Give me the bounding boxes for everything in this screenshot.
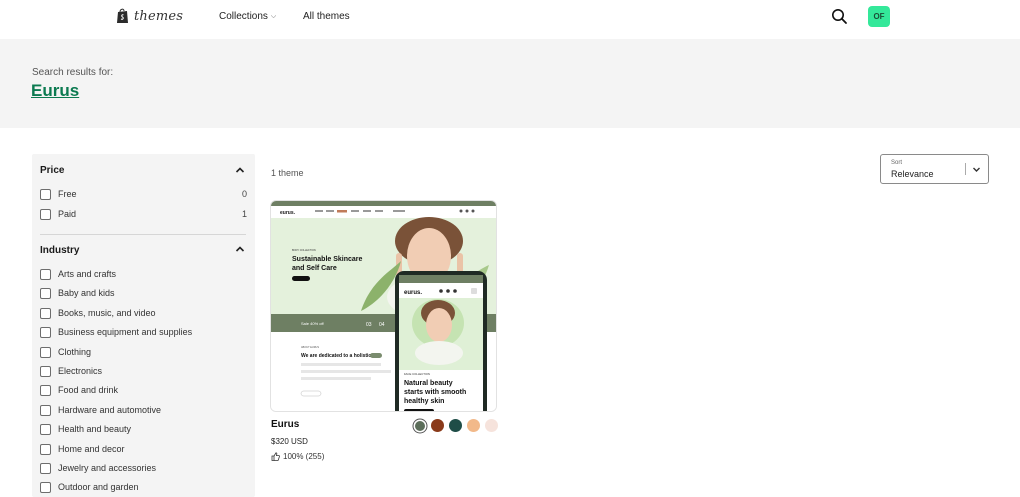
filter-option-label: Business equipment and supplies — [58, 327, 193, 337]
preview-brand-text: eurus. — [280, 210, 296, 216]
filter-option-label: Outdoor and garden — [58, 482, 139, 492]
swatch-blush[interactable] — [485, 419, 498, 432]
preview-countdown-2: 04 — [379, 322, 385, 328]
filter-option-label: Health and beauty — [58, 424, 132, 434]
checkbox[interactable] — [40, 188, 51, 200]
color-swatches — [413, 419, 498, 432]
search-icon[interactable] — [831, 8, 848, 25]
filter-option-label: Food and drink — [58, 385, 119, 395]
filter-option-label: Hardware and automotive — [58, 405, 162, 415]
filter-option-free[interactable]: Free 0 — [40, 187, 247, 201]
filter-option-clothing[interactable]: Clothing — [40, 345, 247, 359]
checkbox[interactable] — [40, 208, 51, 220]
filter-option-food-and-drink[interactable]: Food and drink — [40, 383, 247, 397]
filter-option-label: Arts and crafts — [58, 269, 117, 279]
svg-text:Sustainable Skincare: Sustainable Skincare — [292, 256, 363, 263]
checkbox[interactable] — [40, 346, 51, 358]
svg-text:and Self Care: and Self Care — [292, 265, 337, 272]
results-count: 1 theme — [271, 168, 304, 178]
sort-value: Relevance — [891, 169, 934, 179]
filter-option-label: Paid — [58, 209, 77, 219]
filter-option-outdoor-and-garden[interactable]: Outdoor and garden — [40, 480, 247, 494]
filter-option-baby-and-kids[interactable]: Baby and kids — [40, 286, 247, 300]
nav-collections-menu[interactable]: Collections ⌵ — [219, 11, 276, 22]
filter-option-health-and-beauty[interactable]: Health and beauty — [40, 422, 247, 436]
svg-text:BODY COLLECTION: BODY COLLECTION — [292, 249, 316, 252]
checkbox[interactable] — [40, 404, 51, 416]
checkbox[interactable] — [40, 462, 51, 474]
svg-text:eurus.: eurus. — [404, 290, 422, 296]
checkbox[interactable] — [40, 443, 51, 455]
divider — [965, 163, 966, 175]
shopify-themes-logo[interactable]: themes — [116, 8, 183, 24]
logo-text: themes — [134, 8, 184, 24]
checkbox[interactable] — [40, 423, 51, 435]
preview-countdown-1: 03 — [366, 322, 372, 328]
preview-dedicated-text: We are dedicated to a holistic — [301, 353, 371, 359]
shopify-bag-icon — [117, 8, 128, 23]
filter-option-label: Home and decor — [58, 444, 125, 454]
checkbox[interactable] — [40, 365, 51, 377]
checkbox[interactable] — [40, 384, 51, 396]
sort-select[interactable]: Sort Relevance — [880, 154, 989, 184]
swatch-rust[interactable] — [431, 419, 444, 432]
filter-option-count: 1 — [241, 209, 247, 219]
checkbox[interactable] — [40, 287, 51, 299]
checkbox[interactable] — [40, 307, 51, 319]
filter-option-books-music-video[interactable]: Books, music, and video — [40, 306, 247, 320]
nav-all-themes-link[interactable]: All themes — [303, 11, 350, 22]
chevron-up-icon[interactable] — [235, 245, 245, 253]
filter-option-label: Jewelry and accessories — [58, 463, 157, 473]
filter-option-arts-and-crafts[interactable]: Arts and crafts — [40, 267, 247, 281]
swatch-sage[interactable] — [414, 420, 425, 431]
user-avatar[interactable]: OF — [868, 6, 890, 27]
theme-preview-image[interactable]: eurus. BODY COLLECTION Sustainable Skinc… — [270, 200, 497, 412]
filter-option-electronics[interactable]: Electronics — [40, 364, 247, 378]
filter-option-paid[interactable]: Paid 1 — [40, 207, 247, 221]
svg-text:Natural beauty: Natural beauty — [404, 380, 453, 387]
filter-option-label: Books, music, and video — [58, 308, 156, 318]
search-results-banner: Search results for: Eurus — [0, 39, 1020, 128]
checkbox[interactable] — [40, 268, 51, 280]
filter-option-business-equipment[interactable]: Business equipment and supplies — [40, 325, 247, 339]
chevron-up-icon[interactable] — [235, 166, 245, 174]
filter-option-jewelry-and-accessories[interactable]: Jewelry and accessories — [40, 461, 247, 475]
svg-text:starts with smooth: starts with smooth — [404, 389, 466, 396]
filter-option-home-and-decor[interactable]: Home and decor — [40, 442, 247, 456]
thumbs-up-icon — [271, 452, 280, 461]
filter-option-label: Electronics — [58, 366, 103, 376]
theme-preview-illustration: eurus. BODY COLLECTION Sustainable Skinc… — [271, 201, 496, 411]
checkbox[interactable] — [40, 326, 51, 338]
divider — [40, 234, 246, 235]
filter-sidebar: Price Free 0 Paid 1 Industry Arts and cr… — [32, 154, 255, 497]
filter-option-label: Free — [58, 189, 77, 199]
filter-option-label: Baby and kids — [58, 288, 115, 298]
chevron-down-icon: ⌵ — [270, 12, 277, 20]
search-results-label: Search results for: — [32, 67, 114, 78]
search-query-link[interactable]: Eurus — [31, 81, 79, 101]
filter-option-hardware-and-automotive[interactable]: Hardware and automotive — [40, 403, 247, 417]
theme-name[interactable]: Eurus — [271, 419, 299, 430]
preview-mobile-label: FACE COLLECTION — [404, 372, 430, 376]
sort-label: Sort — [891, 160, 903, 166]
theme-rating: 100% (255) — [271, 452, 324, 461]
swatch-teal[interactable] — [449, 419, 462, 432]
swatch-peach[interactable] — [467, 419, 480, 432]
svg-text:healthy skin: healthy skin — [404, 398, 444, 405]
theme-price: $320 USD — [271, 437, 308, 446]
rating-text: 100% (255) — [283, 452, 325, 461]
top-navigation: themes Collections ⌵ All themes OF — [0, 0, 1020, 38]
nav-collections-label: Collections — [219, 11, 268, 22]
filter-price-title: Price — [40, 165, 65, 176]
filter-option-label: Clothing — [58, 347, 92, 357]
filter-option-count: 0 — [241, 189, 247, 199]
filter-industry-title: Industry — [40, 245, 80, 256]
checkbox[interactable] — [40, 481, 51, 493]
svg-text:ABOUT EURUS: ABOUT EURUS — [301, 346, 319, 349]
preview-promo-text: Sale 40% off — [301, 321, 324, 326]
chevron-down-icon — [973, 167, 980, 172]
